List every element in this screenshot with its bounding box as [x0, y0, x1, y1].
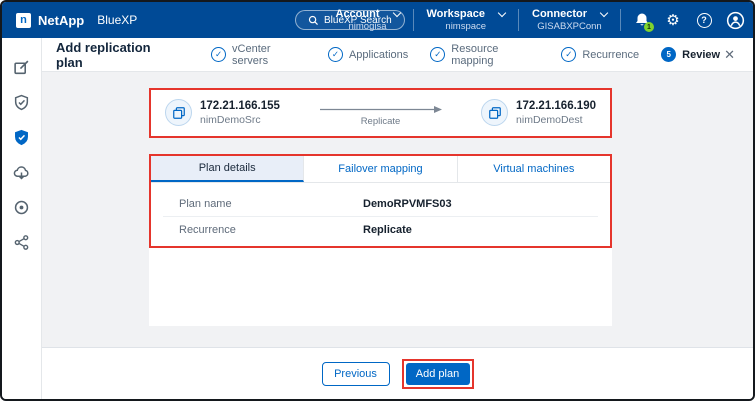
connector-label: Connector — [532, 8, 587, 21]
share-icon — [13, 234, 30, 251]
destination-endpoint: 172.21.166.190 nimDemoDest — [481, 99, 596, 128]
app-body: Add replication plan ✓ vCenter servers ✓… — [2, 38, 753, 399]
notifications-button[interactable]: 1 — [632, 10, 652, 30]
user-menu-button[interactable] — [725, 10, 745, 30]
step-recurrence[interactable]: ✓ Recurrence — [561, 47, 639, 62]
tab-failover-mapping[interactable]: Failover mapping — [304, 156, 457, 182]
sidebar-item-discovery[interactable] — [11, 196, 33, 218]
step-review[interactable]: 5 Review — [661, 47, 720, 62]
header-right-cluster: Account nimogisa Workspace nimspace Conn… — [334, 2, 746, 38]
table-row: Recurrence Replicate — [163, 217, 598, 242]
bluexp-window: n NetApp BlueXP BlueXP Search Account ni… — [0, 0, 755, 401]
page-title: Add replication plan — [56, 40, 179, 70]
wizard-footer: Previous Add plan — [42, 347, 753, 399]
main-panel: Add replication plan ✓ vCenter servers ✓… — [42, 38, 753, 399]
help-button[interactable]: ? — [694, 10, 714, 30]
destination-name: nimDemoDest — [516, 114, 596, 128]
workspace-value: nimspace — [445, 21, 486, 32]
sidebar-item-shield[interactable] — [11, 91, 33, 113]
netapp-logo: n — [16, 13, 31, 28]
wizard-titlebar: Add replication plan ✓ vCenter servers ✓… — [42, 38, 753, 72]
sidebar-item-restore[interactable] — [11, 161, 33, 183]
plan-name-value: DemoRPVMFS03 — [363, 198, 452, 210]
step-check-icon: ✓ — [328, 47, 343, 62]
step-vcenter-servers[interactable]: ✓ vCenter servers — [211, 43, 306, 67]
destination-ip: 172.21.166.190 — [516, 99, 596, 114]
brand: n NetApp BlueXP — [16, 13, 137, 28]
help-icon: ? — [697, 13, 712, 28]
step-label: Resource mapping — [451, 43, 539, 67]
step-check-icon: ✓ — [430, 47, 445, 62]
plan-card: Plan details Failover mapping Virtual ma… — [149, 154, 612, 326]
header-divider — [620, 9, 621, 31]
chevron-down-icon — [392, 9, 400, 17]
step-applications[interactable]: ✓ Applications — [328, 47, 408, 62]
add-plan-highlight: Add plan — [402, 359, 474, 389]
step-label: Review — [682, 49, 720, 61]
wizard-stepper: ✓ vCenter servers ✓ Applications ✓ Resou… — [211, 43, 720, 67]
chevron-down-icon — [600, 9, 608, 17]
recurrence-label: Recurrence — [163, 224, 363, 236]
step-number-badge: 5 — [661, 47, 676, 62]
plan-tabs-section: Plan details Failover mapping Virtual ma… — [149, 154, 612, 248]
step-label: Applications — [349, 49, 408, 61]
review-content: 172.21.166.155 nimDemoSrc Replicate — [42, 72, 753, 347]
cloud-restore-icon — [13, 164, 30, 181]
sidebar-item-protection-active[interactable] — [11, 126, 33, 148]
tab-plan-details[interactable]: Plan details — [151, 156, 304, 182]
sidebar-item-share[interactable] — [11, 231, 33, 253]
replicate-arrow: Replicate — [318, 105, 444, 127]
step-check-icon: ✓ — [211, 47, 226, 62]
chevron-down-icon — [498, 9, 506, 17]
arrow-right-icon — [318, 105, 444, 114]
brand-name: NetApp — [38, 13, 84, 28]
connector-value: GISABXPConn — [537, 21, 601, 32]
product-name: BlueXP — [97, 13, 137, 27]
shield-check-icon — [13, 94, 30, 111]
settings-button[interactable]: ⚙ — [663, 10, 683, 30]
step-label: Recurrence — [582, 49, 639, 61]
plan-card-empty-area — [149, 248, 612, 326]
recurrence-value: Replicate — [363, 224, 412, 236]
tab-virtual-machines[interactable]: Virtual machines — [458, 156, 610, 182]
sidebar-item-compose[interactable] — [11, 56, 33, 78]
left-nav — [2, 38, 42, 399]
protection-shield-icon — [13, 129, 30, 146]
add-plan-button[interactable]: Add plan — [406, 363, 470, 385]
workspace-menu[interactable]: Workspace nimspace — [425, 8, 508, 33]
target-icon — [13, 199, 30, 216]
host-icon — [165, 99, 192, 126]
account-menu[interactable]: Account nimogisa — [334, 8, 402, 33]
connector-menu[interactable]: Connector GISABXPConn — [530, 8, 609, 33]
previous-button[interactable]: Previous — [322, 362, 390, 386]
close-icon[interactable]: ✕ — [720, 45, 739, 65]
compose-icon — [13, 59, 30, 76]
notification-badge: 1 — [644, 22, 654, 32]
plan-tabs: Plan details Failover mapping Virtual ma… — [151, 156, 610, 183]
plan-name-label: Plan name — [163, 198, 363, 210]
top-header: n NetApp BlueXP BlueXP Search Account ni… — [2, 2, 753, 38]
table-row: Plan name DemoRPVMFS03 — [163, 192, 598, 217]
replication-summary-card: 172.21.166.155 nimDemoSrc Replicate — [149, 88, 612, 138]
account-value: nimogisa — [348, 21, 386, 32]
step-check-icon: ✓ — [561, 47, 576, 62]
workspace-label: Workspace — [427, 8, 486, 21]
search-icon — [308, 15, 319, 26]
step-resource-mapping[interactable]: ✓ Resource mapping — [430, 43, 539, 67]
header-divider — [413, 9, 414, 31]
source-name: nimDemoSrc — [200, 114, 280, 128]
step-label: vCenter servers — [232, 43, 306, 67]
gear-icon: ⚙ — [666, 13, 679, 28]
avatar-icon — [726, 11, 745, 30]
source-endpoint: 172.21.166.155 nimDemoSrc — [165, 99, 280, 128]
arrow-label: Replicate — [361, 116, 401, 127]
source-ip: 172.21.166.155 — [200, 99, 280, 114]
header-divider — [518, 9, 519, 31]
account-label: Account — [336, 8, 380, 21]
plan-details-rows: Plan name DemoRPVMFS03 Recurrence Replic… — [151, 183, 610, 246]
host-icon — [481, 99, 508, 126]
